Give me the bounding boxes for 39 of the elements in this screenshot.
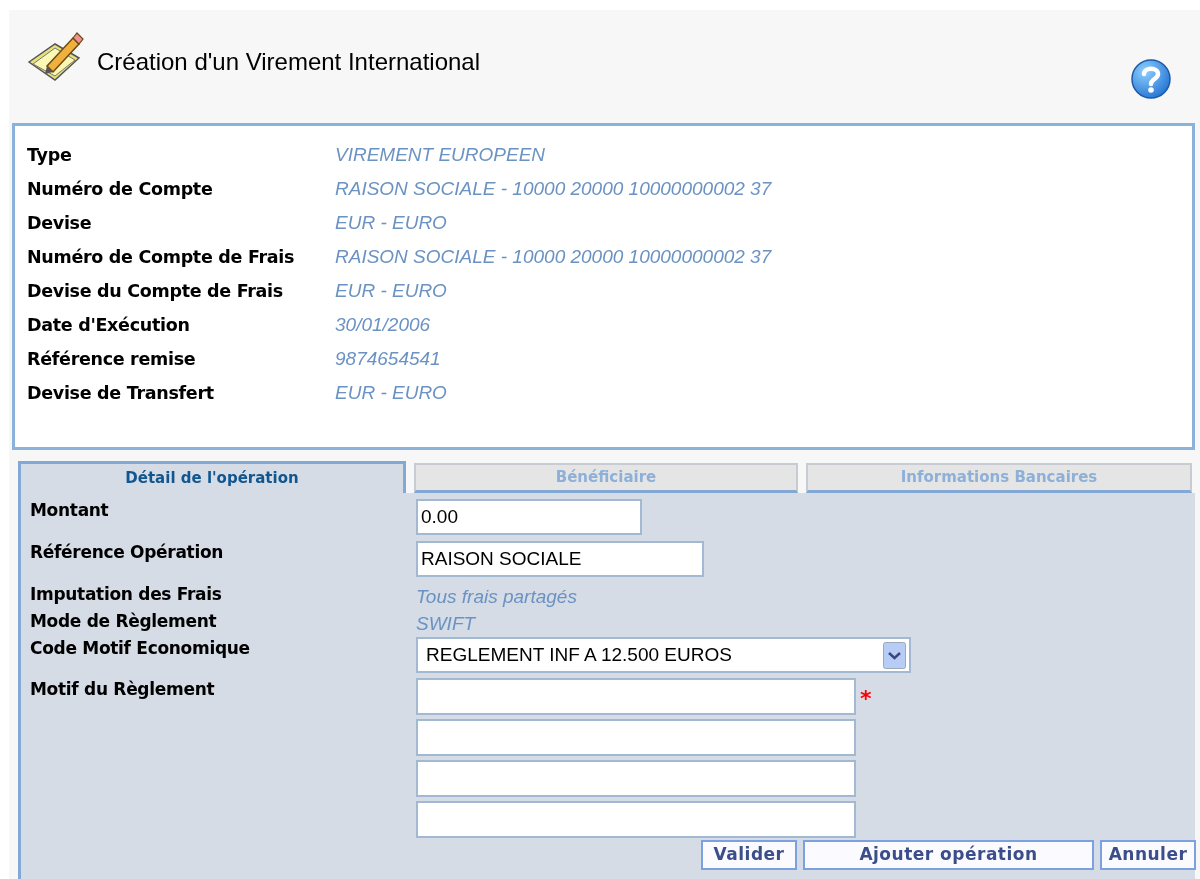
field-label: Devise du Compte de Frais	[27, 279, 284, 303]
edit-document-icon	[27, 30, 85, 84]
field-label: Devise de Transfert	[27, 381, 215, 405]
field-label: Numéro de Compte de Frais	[27, 245, 296, 269]
field-label: Imputation des Frais	[29, 583, 223, 606]
field-value: VIREMENT EUROPEEN	[335, 142, 546, 167]
field-label: Motif du Règlement	[29, 678, 216, 701]
field-label: Date d'Exécution	[27, 313, 191, 337]
field-value: EUR - EURO	[335, 278, 447, 303]
input-field[interactable]	[416, 760, 856, 797]
input-field[interactable]: RAISON SOCIALE	[416, 541, 704, 577]
button[interactable]: Ajouter opération	[803, 840, 1094, 870]
field-label: Numéro de Compte	[27, 177, 214, 201]
button[interactable]: Valider	[701, 840, 797, 870]
field-value: EUR - EURO	[335, 380, 447, 405]
input-field[interactable]	[416, 678, 856, 715]
field-value: 9874654541	[335, 346, 441, 371]
input-field[interactable]: 0.00	[416, 499, 642, 535]
input-field[interactable]	[416, 719, 856, 756]
page-title: Création d'un Virement International	[97, 47, 481, 77]
field-label: Code Motif Economique	[29, 637, 251, 660]
field-value: EUR - EURO	[335, 210, 447, 235]
field-label: Type	[27, 143, 73, 167]
input-field[interactable]	[416, 801, 856, 838]
field-label: Référence Opération	[29, 541, 225, 564]
dropdown[interactable]: REGLEMENT INF A 12.500 EUROS	[416, 637, 911, 673]
field-label: Mode de Règlement	[29, 610, 218, 633]
field-label: Devise	[27, 211, 93, 235]
field-value: RAISON SOCIALE - 10000 20000 10000000002 37	[335, 176, 772, 201]
field-value: 30/01/2006	[335, 312, 431, 337]
field-value: Tous frais partagés	[416, 586, 577, 607]
required-mark: *	[860, 688, 872, 713]
button[interactable]: Annuler	[1100, 840, 1196, 870]
tab[interactable]: Détail de l'opération	[18, 461, 406, 493]
field-value: SWIFT	[416, 613, 476, 634]
field-label: Montant	[29, 499, 110, 522]
field-value: RAISON SOCIALE - 10000 20000 10000000002 37	[335, 244, 772, 269]
field-label: Référence remise	[27, 347, 197, 371]
help-icon[interactable]	[1130, 58, 1172, 100]
